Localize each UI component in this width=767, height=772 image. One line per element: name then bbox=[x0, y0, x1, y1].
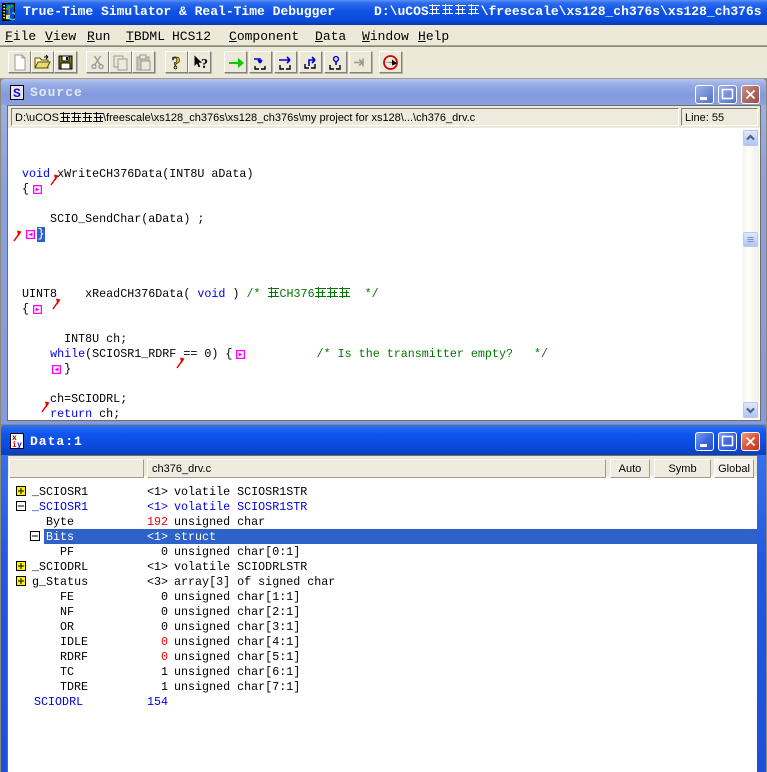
svg-text:?: ? bbox=[172, 54, 181, 72]
svg-text:S: S bbox=[13, 86, 21, 100]
svg-text:y: y bbox=[17, 441, 22, 449]
svg-text:?: ? bbox=[201, 57, 208, 72]
